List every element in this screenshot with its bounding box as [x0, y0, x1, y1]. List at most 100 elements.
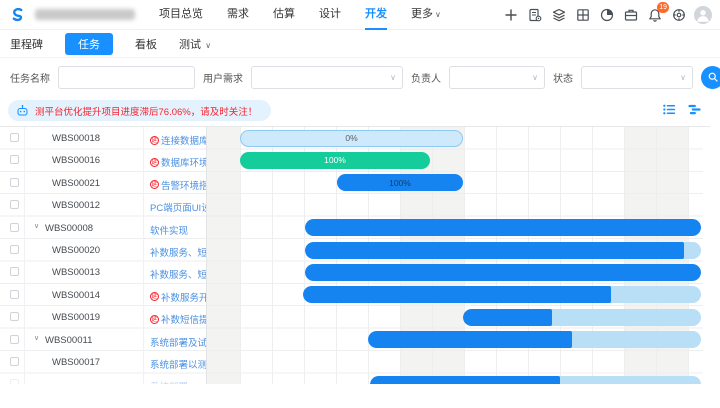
gantt-bar[interactable]: 100%: [240, 152, 430, 169]
table-row[interactable]: ∨WBS00011系统部署及试运行: [0, 329, 207, 351]
task-id: WBS00018: [52, 133, 100, 144]
row-checkbox[interactable]: [10, 133, 19, 142]
task-name-link[interactable]: PC端页面UI设计: [150, 200, 206, 214]
row-checkbox[interactable]: [10, 245, 19, 254]
task-name-link[interactable]: 系统部署及试运行: [150, 335, 206, 349]
briefcase-button[interactable]: [622, 6, 640, 24]
user-avatar[interactable]: [694, 6, 712, 24]
task-name-text: 补数服务开发: [161, 290, 206, 304]
layers-button[interactable]: [550, 6, 568, 24]
row-checkbox[interactable]: [10, 312, 19, 321]
nav-item-估算[interactable]: 估算: [273, 0, 295, 30]
task-name-text: 告警环境搭建: [161, 178, 206, 192]
nav-item-需求[interactable]: 需求: [227, 0, 249, 30]
search-button[interactable]: [701, 66, 720, 89]
tab-看板[interactable]: 看板: [135, 36, 157, 52]
task-id: WBS00012: [52, 200, 100, 211]
briefcase-icon: [623, 7, 639, 23]
list-view-icon[interactable]: [662, 102, 677, 117]
gantt-hscrollbar-thumb[interactable]: [237, 126, 487, 127]
header-icons: 19: [502, 6, 712, 24]
gantt-bar-label: 0%: [345, 133, 357, 143]
gantt-bar[interactable]: [303, 286, 701, 303]
task-name-link[interactable]: 延补数服务开发: [150, 290, 206, 304]
nav-item-开发[interactable]: 开发: [365, 0, 387, 30]
task-name-text: 补数服务、短信服务: [150, 245, 206, 259]
row-checkbox[interactable]: [10, 267, 19, 276]
app-logo-icon: [8, 5, 27, 24]
task-name-link[interactable]: 系统部署: [150, 379, 206, 384]
bell-button[interactable]: 19: [646, 6, 664, 24]
row-checkbox[interactable]: [10, 335, 19, 344]
row-checkbox[interactable]: [10, 379, 19, 384]
delayed-badge-icon: 延: [150, 315, 159, 324]
chevron-down-icon: ∨: [203, 41, 211, 50]
table-row[interactable]: WBS00013补数服务、短信服务: [0, 261, 207, 283]
main-nav: 项目总览需求估算设计开发更多∨: [159, 0, 441, 30]
task-name-link[interactable]: 延告警环境搭建: [150, 178, 206, 192]
task-name-link[interactable]: 补数服务、短信服务: [150, 245, 206, 259]
task-name-text: 系统部署以测试验证: [150, 357, 206, 371]
apps-grid-icon: [575, 7, 591, 23]
nav-item-设计[interactable]: 设计: [319, 0, 341, 30]
table-row[interactable]: WBS00016延数据库环境搭建: [0, 149, 207, 171]
table-row[interactable]: WBS00018 延连接数据库设置: [0, 127, 207, 149]
table-row[interactable]: 系统部署: [0, 373, 207, 384]
row-checkbox[interactable]: [10, 178, 19, 187]
table-row[interactable]: WBS00021延告警环境搭建: [0, 172, 207, 194]
task-name-text: 补数短信提醒服务: [161, 312, 206, 326]
gear-icon: [671, 7, 687, 23]
expand-chevron-icon[interactable]: ∨: [34, 222, 39, 230]
task-name-link[interactable]: 延连接数据库设置: [150, 133, 206, 147]
apps-grid-button[interactable]: [574, 6, 592, 24]
task-name-link[interactable]: 延数据库环境搭建: [150, 155, 206, 169]
table-row[interactable]: WBS00020 补数服务、短信服务: [0, 239, 207, 261]
pie-chart-icon: [599, 7, 615, 23]
robot-icon: [16, 104, 29, 117]
task-name-text: 补数服务、短信服务: [150, 267, 206, 281]
nav-item-更多[interactable]: 更多∨: [411, 0, 441, 30]
task-gantt-panel: WBS00018 延连接数据库设置 WBS00016延数据库环境搭建WBS00021…: [0, 126, 710, 384]
filter-select-状态[interactable]: ∨: [581, 66, 693, 89]
file-gear-button[interactable]: [526, 6, 544, 24]
gantt-bar[interactable]: [305, 242, 701, 259]
gantt-bar[interactable]: [370, 376, 701, 384]
ai-progress-alert[interactable]: 测平台优化提升项目进度滞后76.06%，请及时关注！: [8, 100, 271, 121]
row-checkbox[interactable]: [10, 155, 19, 164]
gantt-view-icon[interactable]: [687, 102, 702, 117]
gear-button[interactable]: [670, 6, 688, 24]
row-checkbox[interactable]: [10, 200, 19, 209]
row-checkbox[interactable]: [10, 290, 19, 299]
plus-button[interactable]: [502, 6, 520, 24]
task-name-link[interactable]: 补数服务、短信服务: [150, 267, 206, 281]
table-row[interactable]: WBS00019延补数短信提醒服务: [0, 306, 207, 328]
search-icon: [707, 71, 719, 83]
gantt-bar[interactable]: [463, 309, 701, 326]
task-name-link[interactable]: 延补数短信提醒服务: [150, 312, 206, 326]
task-name-link[interactable]: 软件实现: [150, 223, 206, 237]
task-id: WBS00014: [52, 290, 100, 301]
table-row[interactable]: WBS00012 PC端页面UI设计: [0, 194, 207, 216]
logo-area[interactable]: [8, 5, 135, 24]
gantt-bar[interactable]: [305, 264, 701, 281]
table-row[interactable]: WBS00017系统部署以测试验证: [0, 351, 207, 373]
row-checkbox[interactable]: [10, 357, 19, 366]
task-name-link[interactable]: 系统部署以测试验证: [150, 357, 206, 371]
filter-select-负责人[interactable]: ∨: [449, 66, 545, 89]
expand-chevron-icon[interactable]: ∨: [34, 334, 39, 342]
filter-select-用户需求[interactable]: ∨: [251, 66, 403, 89]
tab-任务[interactable]: 任务: [65, 33, 113, 55]
tab-里程碑[interactable]: 里程碑: [10, 36, 43, 52]
tab-测试[interactable]: 测试 ∨: [179, 36, 211, 52]
gantt-bar[interactable]: 100%: [337, 174, 463, 191]
gantt-bar[interactable]: [305, 219, 701, 236]
task-id: WBS00020: [52, 245, 100, 256]
row-checkbox[interactable]: [10, 223, 19, 232]
pie-chart-button[interactable]: [598, 6, 616, 24]
table-row[interactable]: WBS00014 延补数服务开发: [0, 284, 207, 306]
table-row[interactable]: ∨WBS00008软件实现: [0, 217, 207, 239]
filter-input-任务名称[interactable]: [58, 66, 195, 89]
gantt-bar[interactable]: [368, 331, 701, 348]
gantt-bar[interactable]: 0%: [240, 130, 463, 147]
nav-item-项目总览[interactable]: 项目总览: [159, 0, 203, 30]
